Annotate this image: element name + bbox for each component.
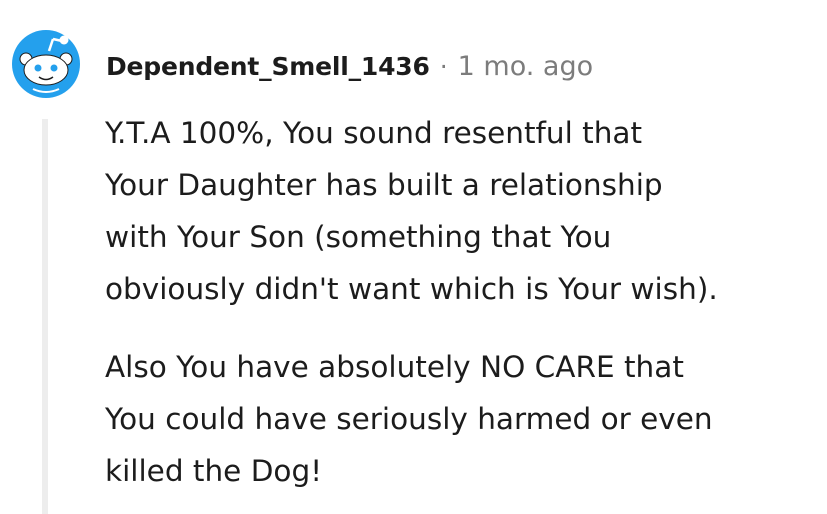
comment-timestamp[interactable]: 1 mo. ago [458,51,593,82]
comment-line: Your Daughter has built a relationship [105,168,663,202]
comment: Dependent_Smell_1436 · 1 mo. ago Y.T.A 1… [0,0,827,514]
comment-line: Also You have absolutely NO CARE that [105,350,684,384]
comment-paragraph: Y.T.A 100%, You sound resentful that You… [105,107,820,315]
comment-paragraph: Also You have absolutely NO CARE that Yo… [105,341,820,497]
comment-line: obviously didn't want which is Your wish… [105,272,718,306]
snoo-avatar-icon[interactable] [11,29,81,99]
author-username[interactable]: Dependent_Smell_1436 [106,52,430,81]
comment-header: Dependent_Smell_1436 · 1 mo. ago [106,46,593,86]
meta-separator: · [439,51,448,81]
comment-line: You could have seriously harmed or even [105,402,713,436]
comment-body: Y.T.A 100%, You sound resentful that You… [105,107,820,497]
comment-line: with Your Son (something that You [105,220,612,254]
comment-line: Y.T.A 100%, You sound resentful that [105,116,643,150]
thread-collapse-line[interactable] [42,119,48,514]
comment-line: killed the Dog! [105,454,323,488]
